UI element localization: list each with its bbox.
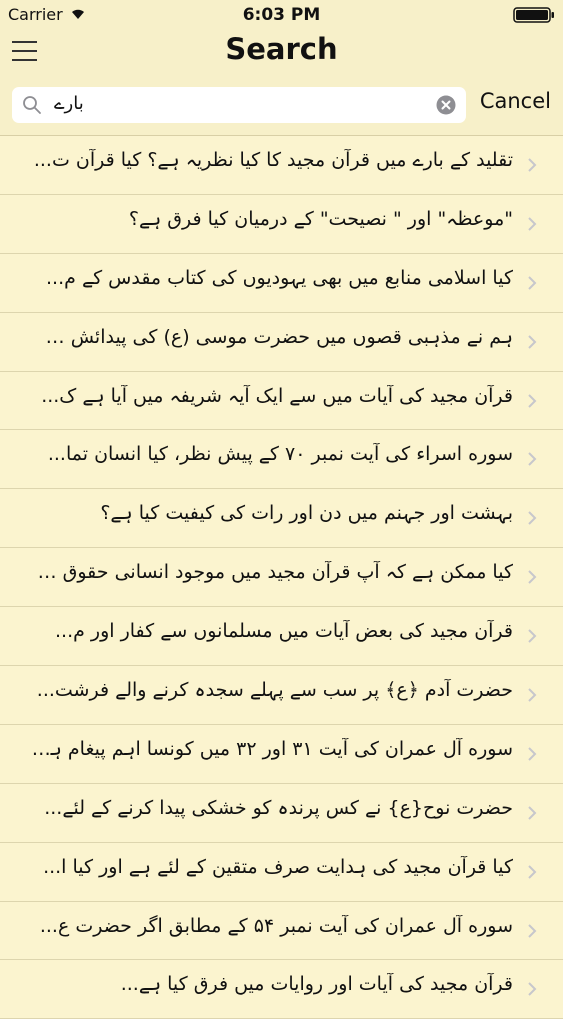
search-input[interactable]: بارے — [12, 87, 466, 123]
chevron-right-icon — [528, 511, 537, 526]
search-query: بارے — [54, 93, 84, 114]
status-time: 6:03 PM — [242, 5, 321, 25]
list-item-text: کیا ممکن ہے کہ آپ قرآن مجید میں موجود ان… — [30, 561, 513, 584]
list-item-text: سوره آل عمران کی آیت ۳۱ اور ۳۲ میں کونسا… — [30, 737, 513, 760]
list-item[interactable]: سوره اسراء کی آیت نمبر ۷۰ کے پیش نظر، کی… — [0, 430, 563, 490]
search-bar: بارے Cancel — [0, 75, 563, 136]
chevron-right-icon — [528, 982, 537, 997]
list-item-text: سوره آل عمران کی آیت نمبر ۵۴ کے مطابق اگ… — [39, 914, 513, 937]
chevron-right-icon — [528, 864, 537, 879]
list-item-text: قرآن مجید کی بعض آیات میں مسلمانوں سے کف… — [54, 620, 513, 643]
chevron-right-icon — [528, 806, 537, 820]
list-item-text: کیا قرآن مجید کی ہدایت صرف متقین کے لئے … — [43, 855, 513, 878]
list-item[interactable]: "موعظہ" اور " نصیحت" کے درمیان کیا فرق ہ… — [0, 195, 563, 254]
list-item[interactable]: ہم نے مذہبی قصوں میں حضرت موسی (ع) کی پی… — [0, 313, 563, 372]
chevron-right-icon — [528, 923, 537, 938]
chevron-right-icon — [528, 629, 537, 643]
list-item[interactable]: قرآن مجید کی بعض آیات میں مسلمانوں سے کف… — [0, 607, 563, 667]
list-item[interactable]: حضرت آدم ﴿ع﴾ پر سب سے پہلے سجدہ کرنے وال… — [0, 666, 563, 725]
list-item[interactable]: سوره آل عمران کی آیت نمبر ۵۴ کے مطابق اگ… — [0, 902, 563, 961]
cancel-button[interactable]: Cancel — [480, 89, 551, 113]
chevron-right-icon — [528, 334, 537, 349]
list-item[interactable]: قرآن مجید کی آیات اور روایات میں فرق کیا… — [0, 960, 563, 1019]
page-title: Search — [225, 32, 338, 66]
chevron-right-icon — [528, 276, 537, 290]
chevron-right-icon — [528, 393, 537, 408]
list-item-text: قرآن مجید کی آیات اور روایات میں فرق کیا… — [120, 973, 513, 996]
list-item-text: حضرت آدم ﴿ع﴾ پر سب سے پہلے سجدہ کرنے وال… — [36, 679, 513, 702]
list-item[interactable]: حضرت نوح{ع} نے کس پرندہ کو خشکی پیدا کرن… — [0, 784, 563, 843]
list-item[interactable]: بہشت اور جہنم میں دن اور رات کی کیفیت کی… — [0, 489, 563, 549]
list-item-text: بہشت اور جہنم میں دن اور رات کی کیفیت کی… — [100, 502, 513, 525]
chevron-right-icon — [528, 747, 537, 761]
chevron-right-icon — [528, 688, 537, 702]
list-item-text: سوره اسراء کی آیت نمبر ۷۰ کے پیش نظر، کی… — [47, 443, 513, 466]
list-item[interactable]: کیا اسلامی منابع میں بھی یہودیوں کی کتاب… — [0, 254, 563, 313]
list-item-text: حضرت نوح{ع} نے کس پرندہ کو خشکی پیدا کرن… — [44, 796, 513, 819]
status-bar: Carrier 6:03 PM — [0, 0, 563, 30]
list-item-text: قرآن مجید کی آیات میں سے ایک آیہ شریفہ م… — [41, 384, 513, 407]
list-item-text: کیا اسلامی منابع میں بھی یہودیوں کی کتاب… — [46, 266, 513, 289]
chevron-right-icon — [528, 217, 537, 231]
list-item[interactable]: کیا قرآن مجید کی ہدایت صرف متقین کے لئے … — [0, 843, 563, 902]
results-list: تقلید کے بارے میں قرآن مجید کا کیا نظریہ… — [0, 136, 563, 1019]
list-item[interactable]: قرآن مجید کی آیات میں سے ایک آیہ شریفہ م… — [0, 372, 563, 431]
chevron-right-icon — [528, 452, 537, 467]
chevron-right-icon — [528, 570, 537, 584]
battery-icon — [513, 7, 554, 23]
list-item[interactable]: کیا ممکن ہے کہ آپ قرآن مجید میں موجود ان… — [0, 548, 563, 608]
search-icon — [23, 96, 41, 114]
list-item[interactable]: سوره آل عمران کی آیت ۳۱ اور ۳۲ میں کونسا… — [0, 725, 563, 784]
clear-icon[interactable] — [436, 95, 456, 115]
list-item-text: ہم نے مذہبی قصوں میں حضرت موسی (ع) کی پی… — [30, 325, 513, 348]
list-item-text: تقلید کے بارے میں قرآن مجید کا کیا نظریہ… — [33, 149, 513, 171]
list-item-text: "موعظہ" اور " نصیحت" کے درمیان کیا فرق ہ… — [128, 207, 513, 230]
list-item[interactable]: تقلید کے بارے میں قرآن مجید کا کیا نظریہ… — [0, 136, 563, 195]
chevron-right-icon — [528, 158, 537, 172]
navigation-bar: Search — [0, 30, 563, 75]
